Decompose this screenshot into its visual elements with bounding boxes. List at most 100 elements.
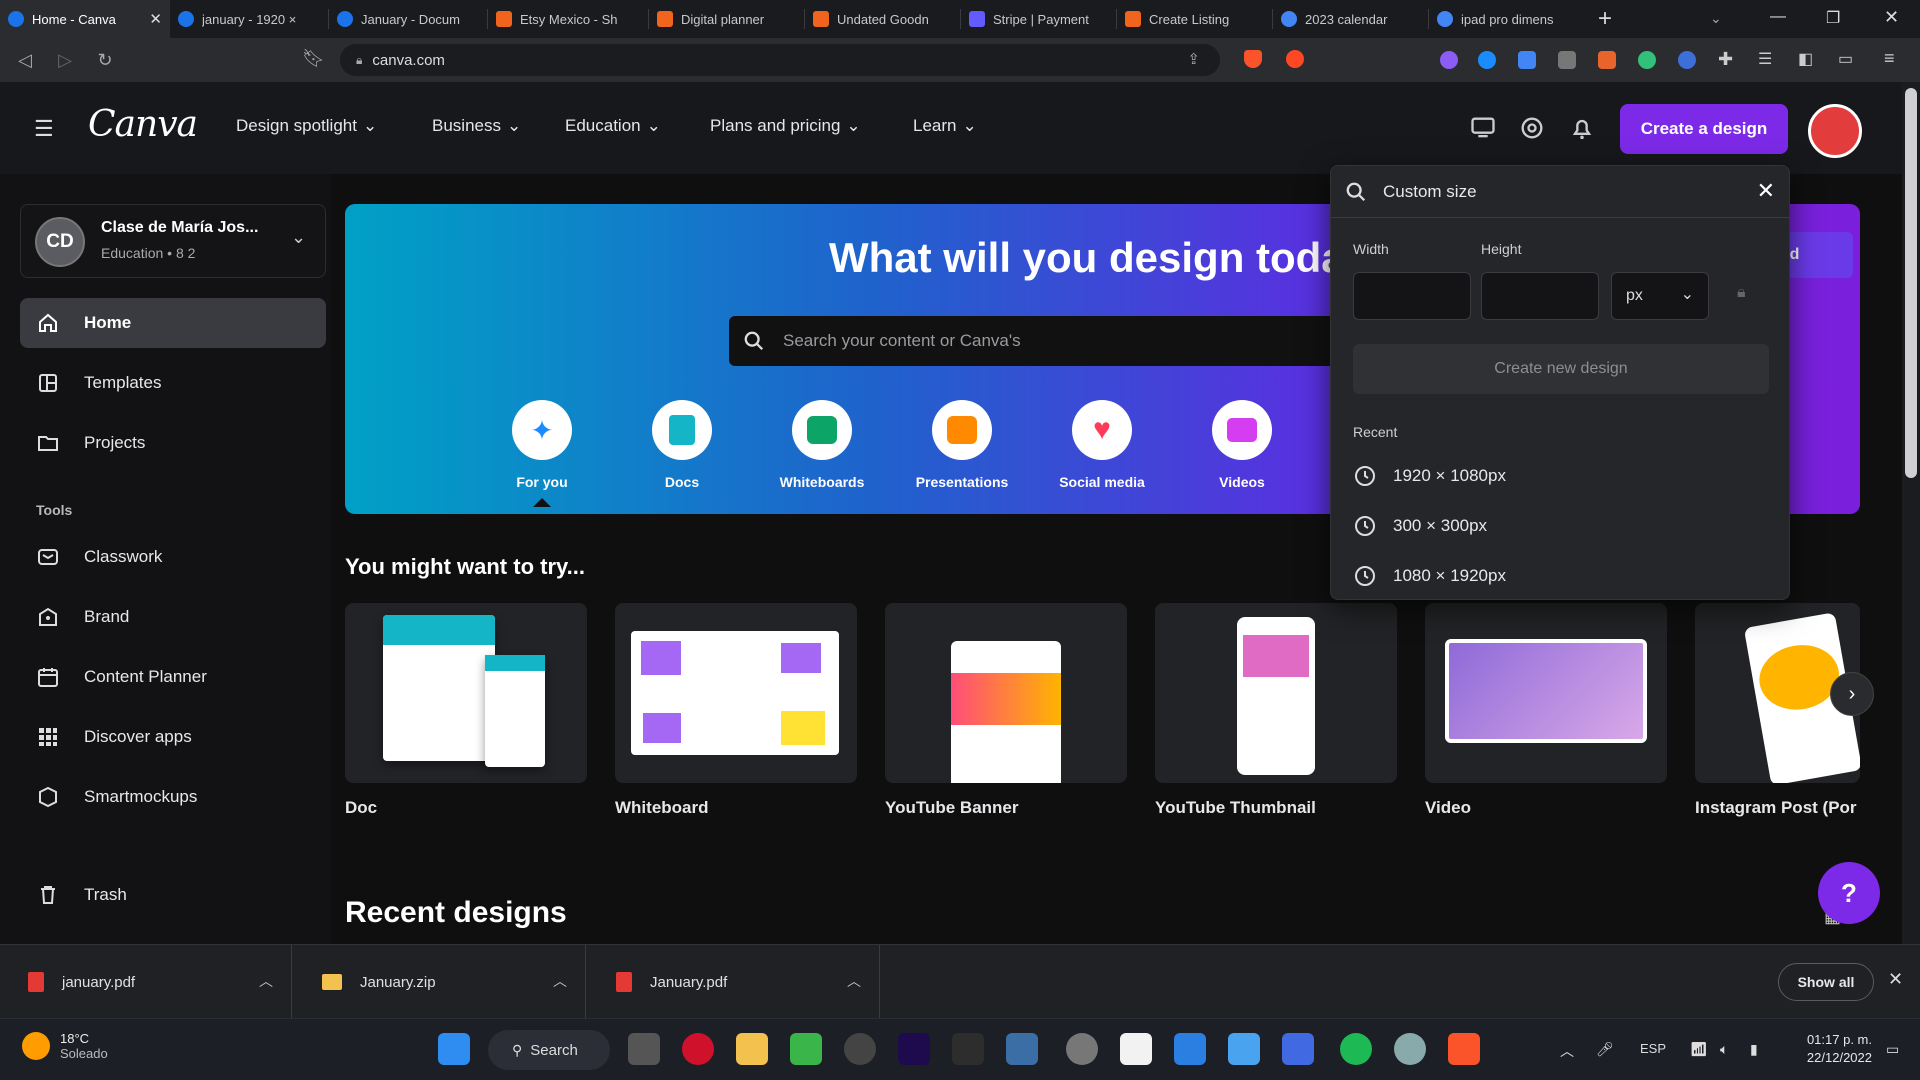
brave-shield-icon[interactable]: [1244, 50, 1262, 68]
design-type-card-youtube-thumbnail[interactable]: [1155, 603, 1397, 783]
browser-tab[interactable]: 2023 calendar: [1273, 0, 1428, 38]
close-window-icon[interactable]: ✕: [1884, 7, 1899, 28]
new-tab-button[interactable]: +: [1584, 5, 1626, 33]
extension-icon[interactable]: [1478, 51, 1496, 69]
bookmark-icon[interactable]: 🔖︎: [302, 48, 325, 69]
browser-tab[interactable]: january - 1920 ×: [170, 0, 328, 38]
back-icon[interactable]: ◁: [14, 50, 36, 71]
category-docs[interactable]: Docs: [612, 400, 752, 490]
design-type-card-doc[interactable]: [345, 603, 587, 783]
download-item[interactable]: january.pdf ︿: [0, 945, 292, 1019]
weather-widget[interactable]: 18°C Soleado: [22, 1031, 108, 1061]
store-icon[interactable]: [1228, 1033, 1260, 1065]
spotify-icon[interactable]: [1340, 1033, 1372, 1065]
share-icon[interactable]: ⇪: [1187, 50, 1200, 68]
minimize-window-icon[interactable]: —: [1770, 8, 1786, 26]
sidebar-item-home[interactable]: Home: [20, 298, 326, 348]
category-videos[interactable]: Videos: [1172, 400, 1312, 490]
unit-select[interactable]: px ⌄: [1611, 272, 1709, 320]
height-input[interactable]: [1481, 272, 1599, 320]
settings-icon[interactable]: [1394, 1033, 1426, 1065]
browser-tab[interactable]: January - Docum: [329, 0, 487, 38]
sidebar-item-templates[interactable]: Templates: [20, 358, 326, 408]
chevron-up-icon[interactable]: ︿: [259, 971, 273, 991]
notifications-icon[interactable]: ▭: [1886, 1041, 1899, 1058]
show-all-button[interactable]: Show all: [1778, 963, 1874, 1001]
scrollbar-thumb[interactable]: [1905, 88, 1917, 478]
browser-tab[interactable]: ipad pro dimens: [1429, 0, 1584, 38]
sidebar-item-classwork[interactable]: Classwork: [20, 532, 326, 582]
davinci-resolve-icon[interactable]: [1006, 1033, 1038, 1065]
forward-icon[interactable]: ▷: [54, 50, 76, 71]
category-presentations[interactable]: Presentations: [892, 400, 1032, 490]
windows-start-icon[interactable]: [438, 1033, 470, 1065]
custom-size-search-input[interactable]: Custom size ✕: [1331, 166, 1791, 218]
microphone-icon[interactable]: 🎤︎: [1596, 1041, 1614, 1058]
sidebar-item-smartmockups[interactable]: Smartmockups: [20, 772, 326, 822]
obs-icon[interactable]: [844, 1033, 876, 1065]
chevron-up-icon[interactable]: ︿: [847, 971, 861, 991]
design-type-card-video[interactable]: [1425, 603, 1667, 783]
wifi-icon[interactable]: 📶︎: [1690, 1041, 1708, 1058]
battery-icon[interactable]: ▮: [1750, 1041, 1758, 1058]
design-type-card-whiteboard[interactable]: [615, 603, 857, 783]
volume-icon[interactable]: 🔈︎: [1720, 1041, 1728, 1058]
nav-business[interactable]: Business ⌄: [432, 116, 521, 136]
hero-search-input[interactable]: Search your content or Canva's: [729, 316, 1349, 366]
design-type-card-youtube-banner[interactable]: [885, 603, 1127, 783]
chrome-icon[interactable]: [1066, 1033, 1098, 1065]
playlist-icon[interactable]: ☰: [1758, 49, 1772, 69]
notifications-bell-icon[interactable]: [1568, 114, 1596, 142]
recent-size-item[interactable]: 300 × 300px: [1353, 506, 1487, 546]
close-downloads-icon[interactable]: ✕: [1888, 969, 1903, 990]
capcut-icon[interactable]: [1120, 1033, 1152, 1065]
browser-tab[interactable]: Create Listing: [1117, 0, 1272, 38]
tab-search-chevron-icon[interactable]: ⌄: [1710, 10, 1722, 27]
settings-gear-icon[interactable]: [1518, 114, 1546, 142]
lock-aspect-icon[interactable]: 🔒︎: [1737, 284, 1746, 302]
nav-education[interactable]: Education ⌄: [565, 116, 661, 136]
help-button[interactable]: ?: [1818, 862, 1880, 924]
sidebar-item-content-planner[interactable]: Content Planner: [20, 652, 326, 702]
input-language[interactable]: ESP: [1640, 1041, 1666, 1056]
opera-icon[interactable]: [682, 1033, 714, 1065]
nav-plans-and-pricing[interactable]: Plans and pricing ⌄: [710, 116, 861, 136]
extension-icon[interactable]: [1638, 51, 1656, 69]
extension-icon[interactable]: [1558, 51, 1576, 69]
width-input[interactable]: [1353, 272, 1471, 320]
reload-icon[interactable]: ↻: [94, 50, 116, 71]
download-item[interactable]: January.pdf ︿: [588, 945, 880, 1019]
mail-icon[interactable]: [1174, 1033, 1206, 1065]
browser-tab[interactable]: Etsy Mexico - Sh: [488, 0, 648, 38]
browser-tab[interactable]: Digital planner: [649, 0, 804, 38]
hamburger-menu-icon[interactable]: ☰: [34, 116, 54, 142]
carousel-next-button[interactable]: ›: [1830, 672, 1874, 716]
browser-tab[interactable]: Home - Canva ✕: [0, 0, 170, 38]
extensions-puzzle-icon[interactable]: ✚: [1718, 49, 1733, 70]
url-bar[interactable]: 🔒︎ canva.com ⇪: [340, 44, 1220, 76]
canva-logo[interactable]: Canva: [88, 104, 198, 145]
create-a-design-button[interactable]: Create a design: [1620, 104, 1788, 154]
team-switcher[interactable]: CD Clase de María Jos... Education • 8 2…: [20, 204, 326, 278]
brave-icon[interactable]: [1448, 1033, 1480, 1065]
maximize-window-icon[interactable]: ❐: [1826, 8, 1840, 28]
chevron-up-icon[interactable]: ︿: [553, 971, 567, 991]
tray-chevron-up-icon[interactable]: ︿: [1560, 1041, 1574, 1061]
task-view-icon[interactable]: [628, 1033, 660, 1065]
recent-size-item[interactable]: 1920 × 1080px: [1353, 456, 1506, 496]
user-avatar[interactable]: [1808, 104, 1862, 158]
nav-learn[interactable]: Learn ⌄: [913, 116, 977, 136]
category-whiteboards[interactable]: Whiteboards: [752, 400, 892, 490]
browser-tab[interactable]: Stripe | Payment: [961, 0, 1116, 38]
create-new-design-button[interactable]: Create new design: [1353, 344, 1769, 394]
extension-icon[interactable]: [1598, 51, 1616, 69]
sidebar-item-projects[interactable]: Projects: [20, 418, 326, 468]
taskbar-clock[interactable]: 01:17 p. m. 22/12/2022: [1780, 1031, 1872, 1067]
wallet-icon[interactable]: ▭: [1838, 49, 1853, 69]
recent-size-item[interactable]: 1080 × 1920px: [1353, 556, 1506, 596]
taskbar-search[interactable]: ⚲ Search: [488, 1030, 610, 1070]
browser-menu-icon[interactable]: ≡: [1884, 48, 1895, 69]
browser-tab[interactable]: Undated Goodn: [805, 0, 960, 38]
translate-extension-icon[interactable]: [1518, 51, 1536, 69]
sidebar-item-discover-apps[interactable]: Discover apps: [20, 712, 326, 762]
